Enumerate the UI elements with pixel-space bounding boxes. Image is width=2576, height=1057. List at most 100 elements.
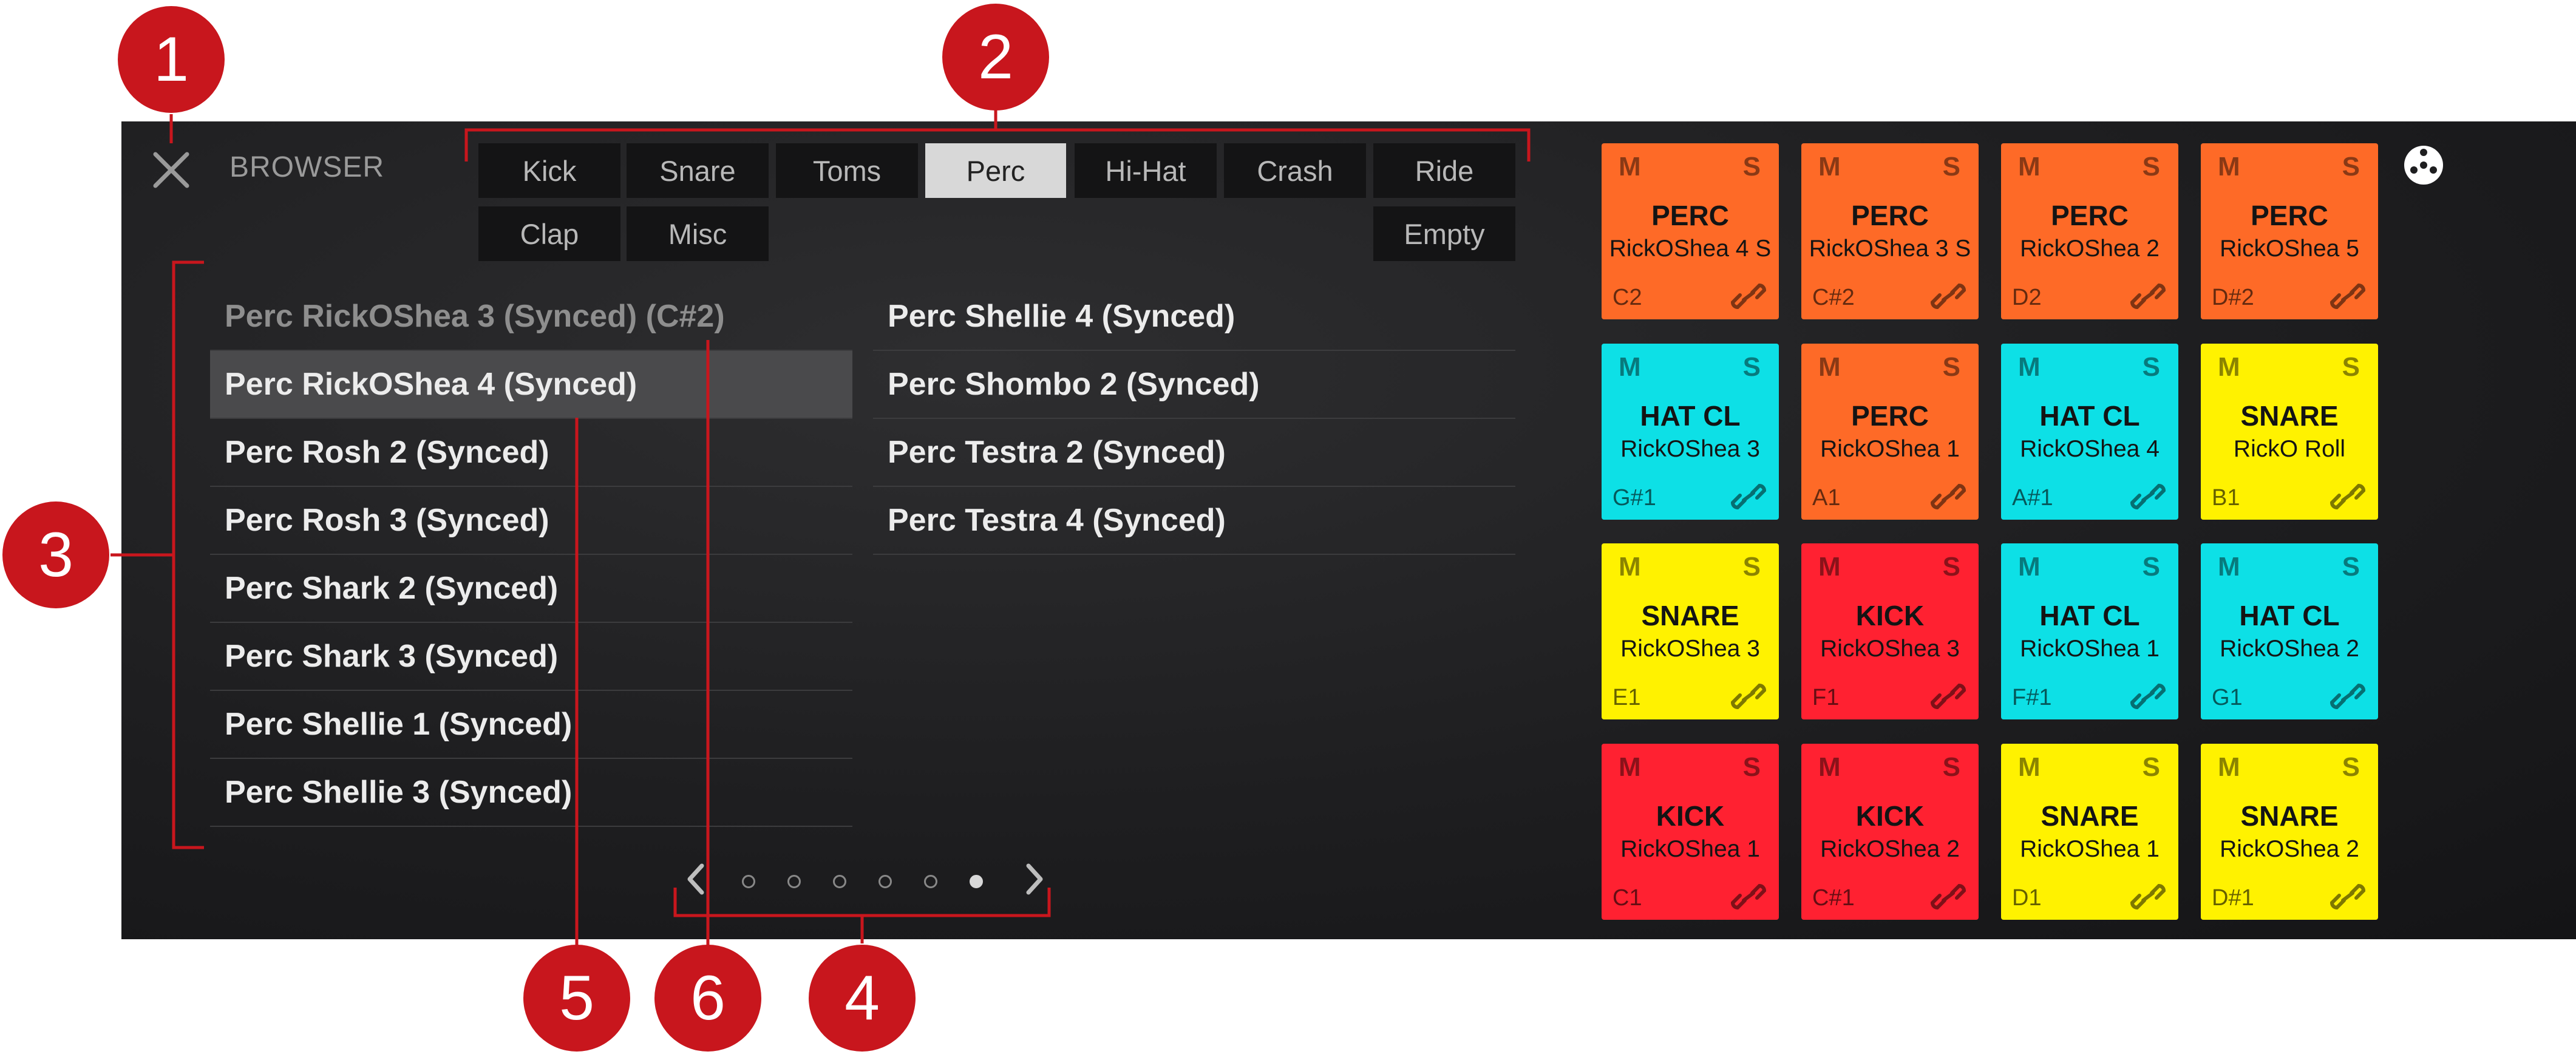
link-icon[interactable] bbox=[1730, 682, 1767, 711]
pad[interactable]: M S SNARE RickOShea 3 E1 bbox=[1602, 543, 1779, 719]
pad-sample-name: RickOShea 2 bbox=[2220, 636, 2359, 662]
pad[interactable]: M S PERC RickOShea 5 D#2 bbox=[2201, 143, 2378, 319]
pad-solo-button[interactable]: S bbox=[1743, 552, 1761, 582]
list-item[interactable]: Perc Shellie 4 (Synced) bbox=[873, 283, 1515, 351]
list-item[interactable]: Perc Shark 2 (Synced) bbox=[210, 555, 852, 623]
pad-solo-button[interactable]: S bbox=[1743, 352, 1761, 382]
link-icon[interactable] bbox=[2330, 882, 2366, 911]
link-icon[interactable] bbox=[1730, 882, 1767, 911]
page-next-icon[interactable] bbox=[1020, 861, 1048, 897]
tab-ride[interactable]: Ride bbox=[1373, 143, 1515, 198]
pad[interactable]: M S HAT CL RickOShea 1 F#1 bbox=[2001, 543, 2178, 719]
link-icon[interactable] bbox=[1730, 482, 1767, 511]
tab-snare[interactable]: Snare bbox=[627, 143, 769, 198]
pad[interactable]: M S SNARE RickOShea 1 D1 bbox=[2001, 744, 2178, 920]
pad-solo-button[interactable]: S bbox=[2143, 752, 2160, 783]
pad-solo-button[interactable]: S bbox=[1943, 752, 1960, 783]
settings-icon[interactable] bbox=[2402, 143, 2445, 187]
list-item-loaded[interactable]: Perc RickOShea 3 (Synced) (C#2) bbox=[210, 283, 852, 351]
list-item[interactable]: Perc Rosh 2 (Synced) bbox=[210, 419, 852, 487]
link-icon[interactable] bbox=[1930, 682, 1966, 711]
pad-solo-button[interactable]: S bbox=[2143, 552, 2160, 582]
pad-solo-button[interactable]: S bbox=[2342, 552, 2360, 582]
tab-empty[interactable]: Empty bbox=[1373, 206, 1515, 261]
pad-mute-button[interactable]: M bbox=[1818, 152, 1841, 182]
list-item[interactable]: Perc Rosh 3 (Synced) bbox=[210, 487, 852, 555]
pad-solo-button[interactable]: S bbox=[2342, 152, 2360, 182]
page-prev-icon[interactable] bbox=[682, 861, 710, 897]
pad-solo-button[interactable]: S bbox=[1743, 752, 1761, 783]
pad-mute-button[interactable]: M bbox=[2218, 152, 2240, 182]
pad-mute-button[interactable]: M bbox=[2018, 152, 2041, 182]
page-dot-current[interactable] bbox=[970, 875, 983, 888]
pad-mute-button[interactable]: M bbox=[1619, 552, 1641, 582]
list-item[interactable]: Perc Shellie 3 (Synced) bbox=[210, 759, 852, 827]
pad-mute-button[interactable]: M bbox=[2018, 552, 2041, 582]
pad-mute-button[interactable]: M bbox=[1818, 352, 1841, 382]
link-icon[interactable] bbox=[1730, 282, 1767, 311]
pad-mute-button[interactable]: M bbox=[2218, 752, 2240, 783]
pad[interactable]: M S SNARE RickOShea 2 D#1 bbox=[2201, 744, 2378, 920]
page-dot[interactable] bbox=[833, 875, 846, 888]
list-item-selected[interactable]: Perc RickOShea 4 (Synced) bbox=[210, 351, 852, 419]
pad-mute-button[interactable]: M bbox=[1818, 552, 1841, 582]
page-dot[interactable] bbox=[787, 875, 801, 888]
pad[interactable]: M S SNARE RickO Roll B1 bbox=[2201, 344, 2378, 520]
list-item[interactable]: Perc Testra 4 (Synced) bbox=[873, 487, 1515, 555]
pad[interactable]: M S PERC RickOShea 2 D2 bbox=[2001, 143, 2178, 319]
pad-solo-button[interactable]: S bbox=[1943, 352, 1960, 382]
link-icon[interactable] bbox=[2330, 482, 2366, 511]
pad-solo-button[interactable]: S bbox=[1743, 152, 1761, 182]
pad-mute-button[interactable]: M bbox=[1818, 752, 1841, 783]
tab-clap[interactable]: Clap bbox=[478, 206, 620, 261]
pad-note: C#2 bbox=[1812, 285, 1855, 310]
link-icon[interactable] bbox=[1930, 882, 1966, 911]
link-icon[interactable] bbox=[2330, 282, 2366, 311]
link-icon[interactable] bbox=[1930, 282, 1966, 311]
link-icon[interactable] bbox=[2330, 682, 2366, 711]
pad-solo-button[interactable]: S bbox=[2342, 352, 2360, 382]
pad[interactable]: M S KICK RickOShea 3 F1 bbox=[1801, 543, 1979, 719]
pad-mute-button[interactable]: M bbox=[2218, 352, 2240, 382]
pad[interactable]: M S HAT CL RickOShea 2 G1 bbox=[2201, 543, 2378, 719]
pad-sample-name: RickOShea 3 S bbox=[1809, 236, 1971, 262]
page-dot[interactable] bbox=[742, 875, 755, 888]
list-item[interactable]: Perc Testra 2 (Synced) bbox=[873, 419, 1515, 487]
pad-mute-button[interactable]: M bbox=[1619, 752, 1641, 783]
tab-toms[interactable]: Toms bbox=[776, 143, 918, 198]
pad-solo-button[interactable]: S bbox=[1943, 152, 1960, 182]
list-item[interactable]: Perc Shark 3 (Synced) bbox=[210, 623, 852, 691]
link-icon[interactable] bbox=[2130, 682, 2166, 711]
pad-solo-button[interactable]: S bbox=[2342, 752, 2360, 783]
link-icon[interactable] bbox=[1930, 482, 1966, 511]
pad-mute-button[interactable]: M bbox=[2018, 752, 2041, 783]
list-item[interactable]: Perc Shellie 1 (Synced) bbox=[210, 691, 852, 759]
pad[interactable]: M S HAT CL RickOShea 4 A#1 bbox=[2001, 344, 2178, 520]
tab-kick[interactable]: Kick bbox=[478, 143, 620, 198]
pad-mute-button[interactable]: M bbox=[1619, 152, 1641, 182]
pad-note: D1 bbox=[2012, 885, 2042, 911]
pad[interactable]: M S KICK RickOShea 2 C#1 bbox=[1801, 744, 1979, 920]
pad-mute-button[interactable]: M bbox=[1619, 352, 1641, 382]
list-item[interactable]: Perc Shombo 2 (Synced) bbox=[873, 351, 1515, 419]
tab-perc[interactable]: Perc bbox=[925, 143, 1066, 198]
pad[interactable]: M S PERC RickOShea 4 S C2 bbox=[1602, 143, 1779, 319]
pad-mute-button[interactable]: M bbox=[2218, 552, 2240, 582]
page-dot[interactable] bbox=[878, 875, 892, 888]
pad-solo-button[interactable]: S bbox=[2143, 352, 2160, 382]
pad[interactable]: M S PERC RickOShea 3 S C#2 bbox=[1801, 143, 1979, 319]
link-icon[interactable] bbox=[2130, 282, 2166, 311]
tab-crash[interactable]: Crash bbox=[1224, 143, 1366, 198]
link-icon[interactable] bbox=[2130, 882, 2166, 911]
close-icon[interactable] bbox=[147, 146, 195, 194]
pad[interactable]: M S HAT CL RickOShea 3 G#1 bbox=[1602, 344, 1779, 520]
tab-misc[interactable]: Misc bbox=[627, 206, 769, 261]
pad-solo-button[interactable]: S bbox=[1943, 552, 1960, 582]
link-icon[interactable] bbox=[2130, 482, 2166, 511]
pad-solo-button[interactable]: S bbox=[2143, 152, 2160, 182]
pad-mute-button[interactable]: M bbox=[2018, 352, 2041, 382]
page-dot[interactable] bbox=[924, 875, 937, 888]
pad[interactable]: M S KICK RickOShea 1 C1 bbox=[1602, 744, 1779, 920]
pad[interactable]: M S PERC RickOShea 1 A1 bbox=[1801, 344, 1979, 520]
tab-hi-hat[interactable]: Hi-Hat bbox=[1075, 143, 1217, 198]
